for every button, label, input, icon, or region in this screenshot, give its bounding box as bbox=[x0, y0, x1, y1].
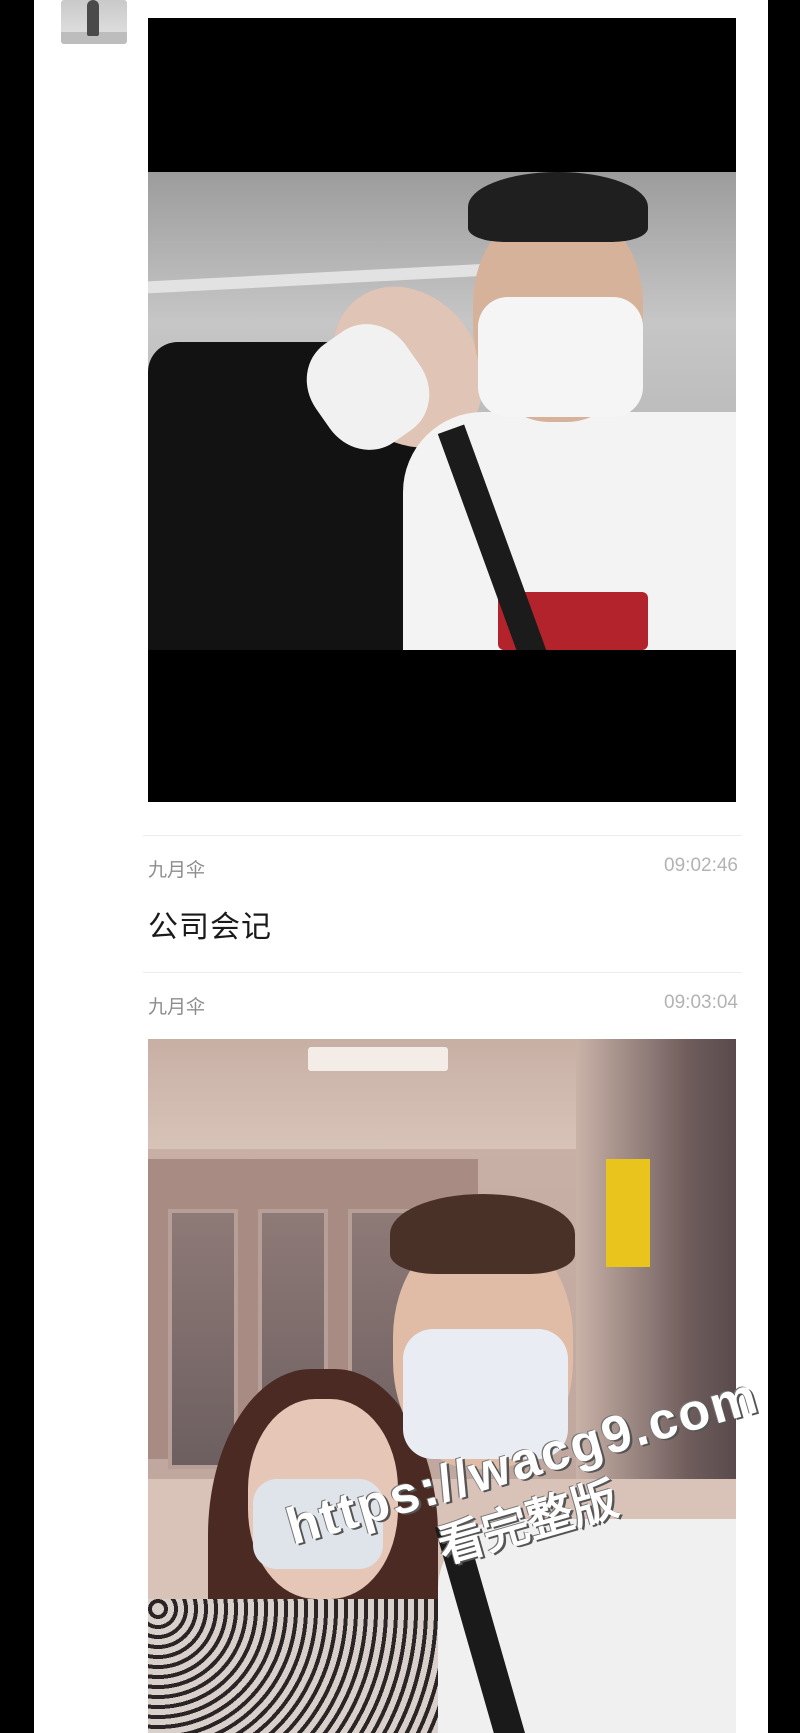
chat-image-selfie-street[interactable] bbox=[148, 18, 736, 802]
message-timestamp: 09:03:04 bbox=[664, 992, 738, 1013]
sender-name[interactable]: 九月伞 bbox=[148, 992, 205, 1019]
image-wall bbox=[576, 1039, 736, 1509]
message-divider bbox=[143, 972, 742, 973]
sender-name[interactable]: 九月伞 bbox=[148, 855, 205, 882]
image-mask-right bbox=[403, 1329, 568, 1459]
image-mask-right bbox=[478, 297, 643, 417]
message-timestamp: 09:02:46 bbox=[664, 855, 738, 876]
image-hair-right bbox=[468, 172, 648, 242]
chat-image-selfie-lobby[interactable] bbox=[148, 1039, 736, 1733]
chat-history-panel: 九月伞 09:02:46 公司会记 九月伞 09:03:04 bbox=[34, 0, 768, 1733]
message-text: 公司会记 bbox=[148, 911, 272, 944]
image-ceiling-light bbox=[308, 1047, 448, 1071]
image-door bbox=[168, 1209, 238, 1469]
sender-avatar[interactable] bbox=[61, 0, 127, 44]
image-hair-right bbox=[390, 1194, 575, 1274]
image-wall-sign bbox=[606, 1159, 650, 1267]
avatar-figure bbox=[87, 0, 99, 36]
image-mask-left bbox=[253, 1479, 383, 1569]
image-content bbox=[148, 172, 736, 650]
image-top-left bbox=[148, 1599, 448, 1733]
message-divider bbox=[143, 835, 742, 836]
